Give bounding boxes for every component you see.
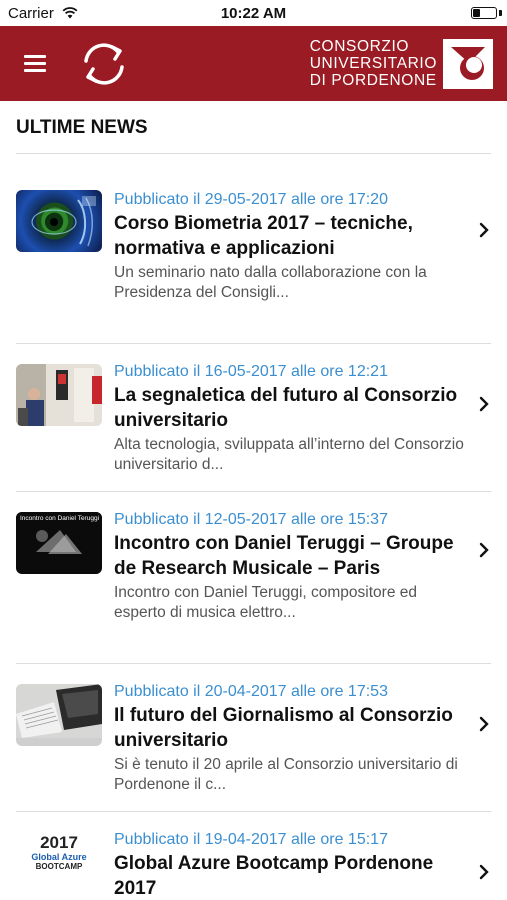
battery-icon [471, 7, 497, 19]
news-thumbnail [16, 190, 102, 252]
news-title: Incontro con Daniel Teruggi – Groupe de … [114, 533, 454, 579]
laptop-newspaper-image [16, 684, 102, 738]
news-content: Pubblicato il 16-05-2017 alle ore 12:21 … [114, 360, 464, 475]
refresh-icon[interactable] [76, 39, 132, 89]
app-header: CONSORZIO UNIVERSITARIO DI PORDENONE [0, 26, 507, 101]
eye-scan-image [31, 196, 96, 247]
brand-wordmark: CONSORZIO UNIVERSITARIO DI PORDENONE [310, 38, 437, 89]
news-date: Pubblicato il 20-04-2017 alle ore 17:53 [114, 683, 388, 700]
news-title: La segnaletica del futuro al Consorzio u… [114, 385, 458, 431]
news-date: Pubblicato il 16-05-2017 alle ore 12:21 [114, 363, 388, 380]
news-content: Pubblicato il 19-04-2017 alle ore 15:17 … [114, 828, 464, 900]
news-content: Pubblicato il 20-04-2017 alle ore 17:53 … [114, 680, 464, 795]
thumb-caption: Incontro con Daniel Teruggi [20, 515, 100, 522]
hamburger-menu-icon[interactable] [24, 55, 46, 73]
news-title: Il futuro del Giornalismo al Consorzio u… [114, 705, 453, 751]
news-excerpt: Alta tecnologia, sviluppata all’interno … [114, 436, 464, 473]
news-date: Pubblicato il 29-05-2017 alle ore 17:20 [114, 191, 388, 208]
chevron-right-icon [479, 396, 489, 412]
news-thumbnail: Incontro con Daniel Teruggi [16, 512, 102, 574]
news-excerpt: Incontro con Daniel Teruggi, compositore… [114, 584, 417, 621]
chevron-right-icon [479, 542, 489, 558]
news-thumbnail [16, 364, 102, 426]
news-item[interactable]: Incontro con Daniel Teruggi Pubblicato i… [16, 492, 491, 664]
news-date: Pubblicato il 19-04-2017 alle ore 15:17 [114, 831, 388, 848]
news-thumbnail [16, 684, 102, 746]
news-item[interactable]: Pubblicato il 20-04-2017 alle ore 17:53 … [16, 664, 491, 812]
thumb-year: 2017 [40, 833, 78, 852]
section-title: ULTIME NEWS [16, 117, 148, 138]
brand-line-3: DI PORDENONE [309, 72, 437, 89]
brand-line-2: UNIVERSITARIO [309, 55, 437, 72]
news-item[interactable]: Pubblicato il 29-05-2017 alle ore 17:20 … [16, 154, 491, 344]
status-bar: Carrier 10:22 AM [0, 0, 507, 26]
news-list: Pubblicato il 29-05-2017 alle ore 17:20 … [0, 154, 507, 900]
news-content: Pubblicato il 12-05-2017 alle ore 15:37 … [114, 508, 464, 623]
news-content: Pubblicato il 29-05-2017 alle ore 17:20 … [114, 188, 464, 303]
chevron-right-icon [479, 716, 489, 732]
thumb-line-3: BOOTCAMP [35, 862, 83, 871]
news-title: Corso Biometria 2017 – tecniche, normati… [114, 213, 413, 259]
news-date: Pubblicato il 12-05-2017 alle ore 15:37 [114, 511, 388, 528]
thumb-line-2: Global Azure [31, 852, 87, 862]
news-excerpt: Si è tenuto il 20 aprile al Consorzio un… [114, 756, 458, 793]
chevron-right-icon [479, 864, 489, 880]
clock-time: 10:22 AM [220, 5, 287, 22]
consorzio-logo-icon [443, 39, 493, 89]
news-thumbnail: 2017 Global Azure BOOTCAMP [16, 832, 102, 894]
news-title: Global Azure Bootcamp Pordenone 2017 [114, 853, 434, 899]
chevron-right-icon [479, 222, 489, 238]
brand-line-1: CONSORZIO [309, 38, 410, 55]
news-excerpt: Un seminario nato dalla collaborazione c… [114, 264, 427, 301]
news-item[interactable]: 2017 Global Azure BOOTCAMP Pubblicato il… [16, 812, 491, 900]
battery-cap [499, 10, 502, 16]
news-item[interactable]: Pubblicato il 16-05-2017 alle ore 12:21 … [16, 344, 491, 492]
signage-photo-image [16, 364, 102, 426]
